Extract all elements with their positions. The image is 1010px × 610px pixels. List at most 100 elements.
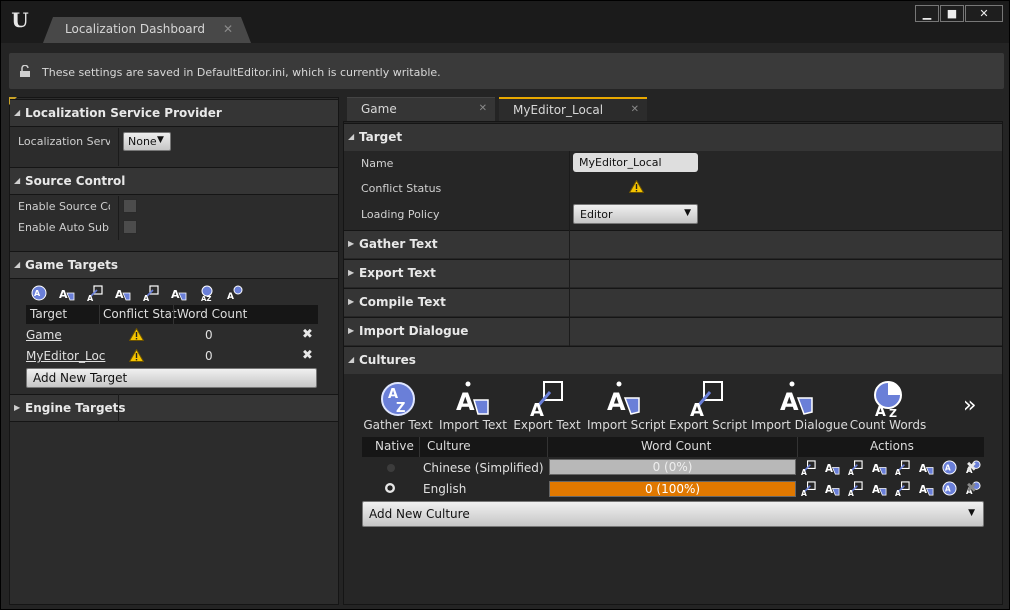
loading-policy-dropdown[interactable]: Editor ▼ [573, 204, 698, 224]
import-script-icon[interactable]: A [115, 285, 131, 301]
minimize-button[interactable]: ▁ [915, 5, 939, 22]
compile-text-category-header[interactable]: ▶ Compile Text [344, 288, 1002, 316]
cultures-col-word-count: Word Count [641, 439, 712, 453]
count-words-button[interactable]: AZ Count Words [849, 378, 927, 434]
compile-text-category-label: Compile Text [359, 295, 446, 309]
add-new-culture-dropdown[interactable]: Add New Culture ▼ [362, 501, 984, 527]
expand-arrow-icon: ▶ [348, 326, 355, 335]
export-dialogue-icon[interactable]: A [895, 481, 910, 496]
provider-property-label: Localization Servi [18, 135, 110, 148]
collapse-arrow-icon: ◢ [14, 108, 21, 117]
svg-text:A: A [115, 288, 124, 301]
export-text-icon[interactable]: A [801, 481, 816, 496]
tab-close-icon[interactable]: ✕ [479, 103, 487, 114]
enable-source-control-label: Enable Source Cor [18, 200, 110, 213]
target-row-game-link[interactable]: Game [26, 328, 62, 342]
collapse-arrow-icon: ◢ [14, 260, 21, 269]
provider-dropdown-value: None [128, 135, 157, 148]
import-dialogue-button[interactable]: A Import Dialogue [751, 378, 848, 434]
svg-text:A: A [848, 489, 854, 496]
tab-myeditor-local[interactable]: MyEditor_Local ✕ [499, 97, 647, 121]
add-new-target-button[interactable]: Add New Target [26, 368, 317, 388]
export-text-icon[interactable]: A [801, 460, 816, 475]
svg-text:A: A [456, 388, 475, 416]
enable-source-control-checkbox[interactable] [123, 199, 137, 213]
word-count-progress-bar: 0 (100%) [549, 481, 796, 497]
gather-text-label: Gather Text [363, 418, 433, 432]
import-text-button[interactable]: A Import Text [439, 378, 507, 434]
gather-text-icon[interactable]: A [942, 460, 957, 475]
chevron-down-icon: ▼ [968, 508, 975, 518]
export-script-button[interactable]: A Export Script [669, 378, 747, 434]
delete-culture-icon[interactable]: ✖ [966, 460, 977, 475]
svg-text:A: A [919, 463, 927, 475]
gather-text-category-header[interactable]: ▶ Gather Text [344, 230, 1002, 258]
tab-close-icon[interactable]: ✕ [631, 104, 639, 115]
cultures-category-label: Cultures [359, 353, 416, 367]
export-dialogue-icon[interactable]: A [895, 460, 910, 475]
svg-text:A: A [875, 404, 886, 418]
warning-icon [129, 328, 144, 341]
target-name-field[interactable]: MyEditor_Local [573, 153, 698, 172]
import-text-icon[interactable]: A [825, 460, 840, 475]
gather-text-category-label: Gather Text [359, 237, 438, 251]
import-script-icon: A [607, 381, 640, 416]
export-script-icon[interactable]: A [848, 460, 863, 475]
svg-text:A: A [87, 294, 94, 301]
expand-arrow-icon: ▶ [348, 297, 355, 306]
localization-dashboard-window: U Localization Dashboard ✕ ▁ ■ ✕ These s… [0, 0, 1010, 610]
import-dialogue-label: Import Dialogue [751, 418, 848, 432]
document-tab-title: Localization Dashboard [65, 22, 205, 36]
tab-game[interactable]: Game ✕ [347, 97, 495, 121]
conflict-status-label: Conflict Status [361, 182, 442, 195]
native-culture-radio[interactable] [385, 483, 395, 493]
import-script-icon[interactable]: A [872, 481, 887, 496]
import-dialogue-icon[interactable]: A [171, 285, 187, 301]
gather-text-icon[interactable]: A [942, 481, 957, 496]
more-tools-icon[interactable]: » [963, 393, 976, 418]
import-text-icon[interactable]: A [825, 481, 840, 496]
close-window-button[interactable]: ✕ [965, 5, 1003, 22]
count-words-icon[interactable]: AZ [199, 285, 215, 301]
import-text-icon[interactable]: A [59, 285, 75, 301]
maximize-button[interactable]: ■ [940, 5, 964, 22]
target-row-myeditor-link[interactable]: MyEditor_Loc [26, 349, 105, 363]
provider-dropdown[interactable]: None ▼ [123, 132, 171, 151]
source-control-category-header[interactable]: ◢ Source Control [10, 167, 338, 195]
import-script-icon[interactable]: A [872, 460, 887, 475]
unreal-logo-icon: U [11, 8, 29, 32]
cultures-category-header[interactable]: ◢ Cultures [344, 346, 1002, 374]
name-property-label: Name [361, 157, 394, 170]
gather-text-button[interactable]: AZ Gather Text [363, 378, 433, 434]
export-script-icon[interactable]: A [848, 481, 863, 496]
export-script-icon[interactable]: A [143, 285, 159, 301]
compile-text-icon[interactable]: A [227, 285, 243, 301]
target-category-label: Target [359, 130, 403, 144]
target-category-header[interactable]: ◢ Target [344, 123, 1002, 151]
column-divider [419, 437, 420, 457]
enable-auto-submit-checkbox[interactable] [123, 220, 137, 234]
engine-targets-category-header[interactable]: ▶ Engine Targets [10, 394, 338, 422]
import-script-button[interactable]: A Import Script [587, 378, 665, 434]
import-dialogue-icon[interactable]: A [919, 481, 934, 496]
provider-category-header[interactable]: ◢ Localization Service Provider [10, 99, 338, 127]
native-culture-radio[interactable] [387, 464, 395, 472]
import-dialogue-category-header[interactable]: ▶ Import Dialogue [344, 317, 1002, 345]
gather-text-icon[interactable]: A [31, 285, 47, 301]
export-text-category-header[interactable]: ▶ Export Text [344, 259, 1002, 287]
delete-target-icon[interactable]: ✖ [302, 348, 313, 363]
culture-name: Chinese (Simplified) [423, 461, 544, 475]
svg-text:A: A [848, 468, 854, 475]
targets-col-conflict: Conflict Stat [103, 307, 177, 321]
document-tab-close-icon[interactable]: ✕ [223, 22, 233, 36]
export-text-button[interactable]: A Export Text [513, 378, 581, 434]
tab-myeditor-local-label: MyEditor_Local [513, 103, 604, 117]
delete-culture-icon[interactable]: ✖ [966, 481, 977, 496]
svg-text:A: A [919, 484, 927, 496]
column-divider [547, 437, 548, 457]
export-text-label: Export Text [513, 418, 581, 432]
import-dialogue-icon[interactable]: A [919, 460, 934, 475]
delete-target-icon[interactable]: ✖ [302, 327, 313, 342]
export-text-icon[interactable]: A [87, 285, 103, 301]
game-targets-category-header[interactable]: ◢ Game Targets [10, 251, 338, 279]
